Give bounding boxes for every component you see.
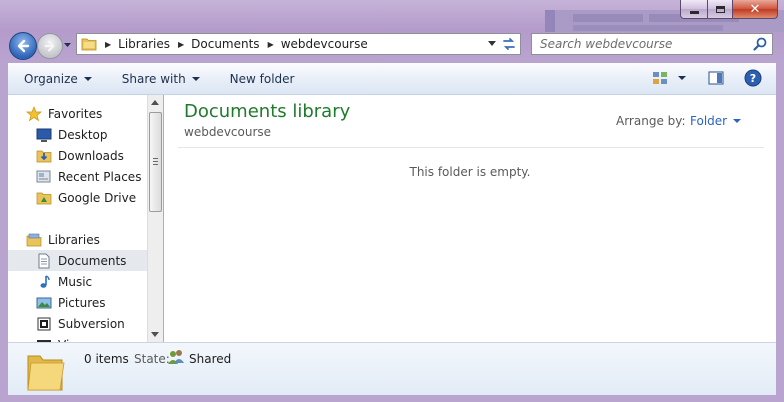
- state-value: Shared: [189, 352, 232, 366]
- folder-icon: [81, 38, 97, 51]
- close-button[interactable]: ✕: [733, 0, 778, 19]
- sidebar-item-label: Subversion: [58, 316, 125, 331]
- sidebar-item-desktop[interactable]: Desktop: [8, 124, 147, 145]
- command-bar: Organize Share with New folder ?: [8, 63, 776, 95]
- file-list-area[interactable]: Documents library webdevcourse Arrange b…: [164, 95, 776, 342]
- breadcrumb-documents[interactable]: Documents: [191, 37, 259, 51]
- share-with-label: Share with: [121, 71, 186, 86]
- sidebar-item-videos[interactable]: Vi: [8, 334, 147, 342]
- arrange-by-label: Arrange by:: [616, 114, 686, 128]
- navigation-pane-scrollbar[interactable]: [147, 95, 163, 342]
- library-subtitle: webdevcourse: [184, 125, 272, 139]
- sidebar-item-label: Desktop: [58, 127, 108, 142]
- explorer-window: ✕ ▶ Libraries ▶ Documents ▶ webdevcourse: [0, 0, 784, 402]
- folder-icon: [27, 355, 65, 391]
- forward-button[interactable]: [37, 33, 63, 59]
- forward-arrow-icon: [44, 40, 55, 52]
- close-icon: ✕: [749, 1, 761, 17]
- scroll-up-arrow-icon[interactable]: [151, 100, 159, 105]
- sidebar-item-label: Documents: [58, 253, 127, 268]
- minimize-button[interactable]: [680, 0, 708, 19]
- toolbar-right-group: ?: [652, 69, 762, 87]
- desktop-icon: [36, 128, 52, 142]
- svg-text:?: ?: [750, 72, 756, 85]
- empty-folder-message: This folder is empty.: [409, 165, 531, 179]
- arrange-by-dropdown[interactable]: Folder: [690, 114, 742, 128]
- sidebar-item-label: Music: [58, 274, 93, 289]
- chevron-down-icon: [83, 76, 92, 81]
- search-input[interactable]: [532, 35, 752, 53]
- preview-pane-icon[interactable]: [708, 70, 724, 86]
- library-title: Documents library: [184, 101, 351, 122]
- refresh-icon[interactable]: [501, 37, 517, 51]
- header-divider: [178, 147, 764, 148]
- new-folder-label: New folder: [229, 71, 295, 86]
- breadcrumb-separator[interactable]: ▶: [105, 40, 111, 49]
- sidebar-item-pictures[interactable]: Pictures: [8, 292, 147, 313]
- breadcrumb-libraries[interactable]: Libraries: [118, 37, 170, 51]
- arrange-by-value: Folder: [690, 114, 728, 128]
- maximize-button[interactable]: [708, 0, 733, 19]
- google-drive-folder-icon: [36, 192, 52, 204]
- view-options-dropdown-icon[interactable]: [678, 76, 686, 80]
- address-bar[interactable]: ▶ Libraries ▶ Documents ▶ webdevcourse: [76, 33, 521, 55]
- search-box: [531, 33, 773, 55]
- organize-button[interactable]: Organize: [24, 63, 92, 94]
- shared-users-icon: [168, 350, 184, 364]
- breadcrumb-separator[interactable]: ▶: [268, 40, 274, 49]
- new-folder-button[interactable]: New folder: [230, 63, 295, 94]
- recent-pages-dropdown-icon[interactable]: [63, 39, 72, 51]
- back-arrow-icon: [17, 39, 30, 53]
- scrollbar-grip-icon: [153, 158, 158, 165]
- change-view-icon[interactable]: [652, 70, 668, 86]
- scrollbar-thumb[interactable]: [149, 112, 162, 212]
- recent-places-icon: [36, 170, 51, 182]
- subversion-icon: [37, 317, 51, 330]
- help-icon[interactable]: ?: [744, 69, 762, 87]
- sidebar-group-label: Libraries: [48, 232, 100, 247]
- share-with-button[interactable]: Share with: [122, 63, 200, 94]
- pictures-icon: [36, 297, 52, 308]
- chevron-down-icon: [191, 76, 200, 81]
- libraries-icon: [26, 233, 42, 246]
- sidebar-item-subversion[interactable]: Subversion: [8, 313, 147, 334]
- items-count: 0 items: [84, 352, 129, 366]
- breadcrumb-webdevcourse[interactable]: webdevcourse: [281, 37, 368, 51]
- address-dropdown-icon[interactable]: [488, 41, 496, 46]
- sidebar-group-favorites[interactable]: Favorites: [8, 103, 147, 124]
- sidebar-item-label: Google Drive: [58, 190, 137, 205]
- star-icon: [26, 105, 42, 121]
- music-icon: [40, 274, 50, 288]
- sidebar-item-label: Recent Places: [58, 169, 142, 184]
- sidebar-item-label: Pictures: [58, 295, 106, 310]
- state-label: State:: [134, 352, 170, 366]
- scroll-down-arrow-icon[interactable]: [151, 332, 159, 337]
- maximize-icon: [715, 5, 725, 13]
- search-icon[interactable]: [752, 36, 768, 52]
- navigation-pane: Favorites Desktop Downloads Recent Place…: [8, 95, 147, 342]
- downloads-folder-icon: [36, 150, 52, 162]
- chevron-down-icon: [733, 119, 742, 123]
- sidebar-item-downloads[interactable]: Downloads: [8, 145, 147, 166]
- organize-label: Organize: [24, 71, 78, 86]
- sidebar-item-google-drive[interactable]: Google Drive: [8, 187, 147, 208]
- sidebar-group-label: Favorites: [48, 106, 103, 121]
- sidebar-item-music[interactable]: Music: [8, 271, 147, 292]
- documents-icon: [38, 253, 50, 268]
- sidebar-item-documents[interactable]: Documents: [8, 250, 147, 271]
- window-controls: ✕: [680, 0, 778, 20]
- details-pane: 0 items State: Shared: [8, 342, 776, 395]
- sidebar-item-label: Downloads: [58, 148, 124, 163]
- back-button[interactable]: [9, 32, 37, 60]
- sidebar-item-recent-places[interactable]: Recent Places: [8, 166, 147, 187]
- breadcrumb-separator[interactable]: ▶: [178, 40, 184, 49]
- minimize-icon: [689, 10, 699, 14]
- sidebar-group-libraries[interactable]: Libraries: [8, 229, 147, 250]
